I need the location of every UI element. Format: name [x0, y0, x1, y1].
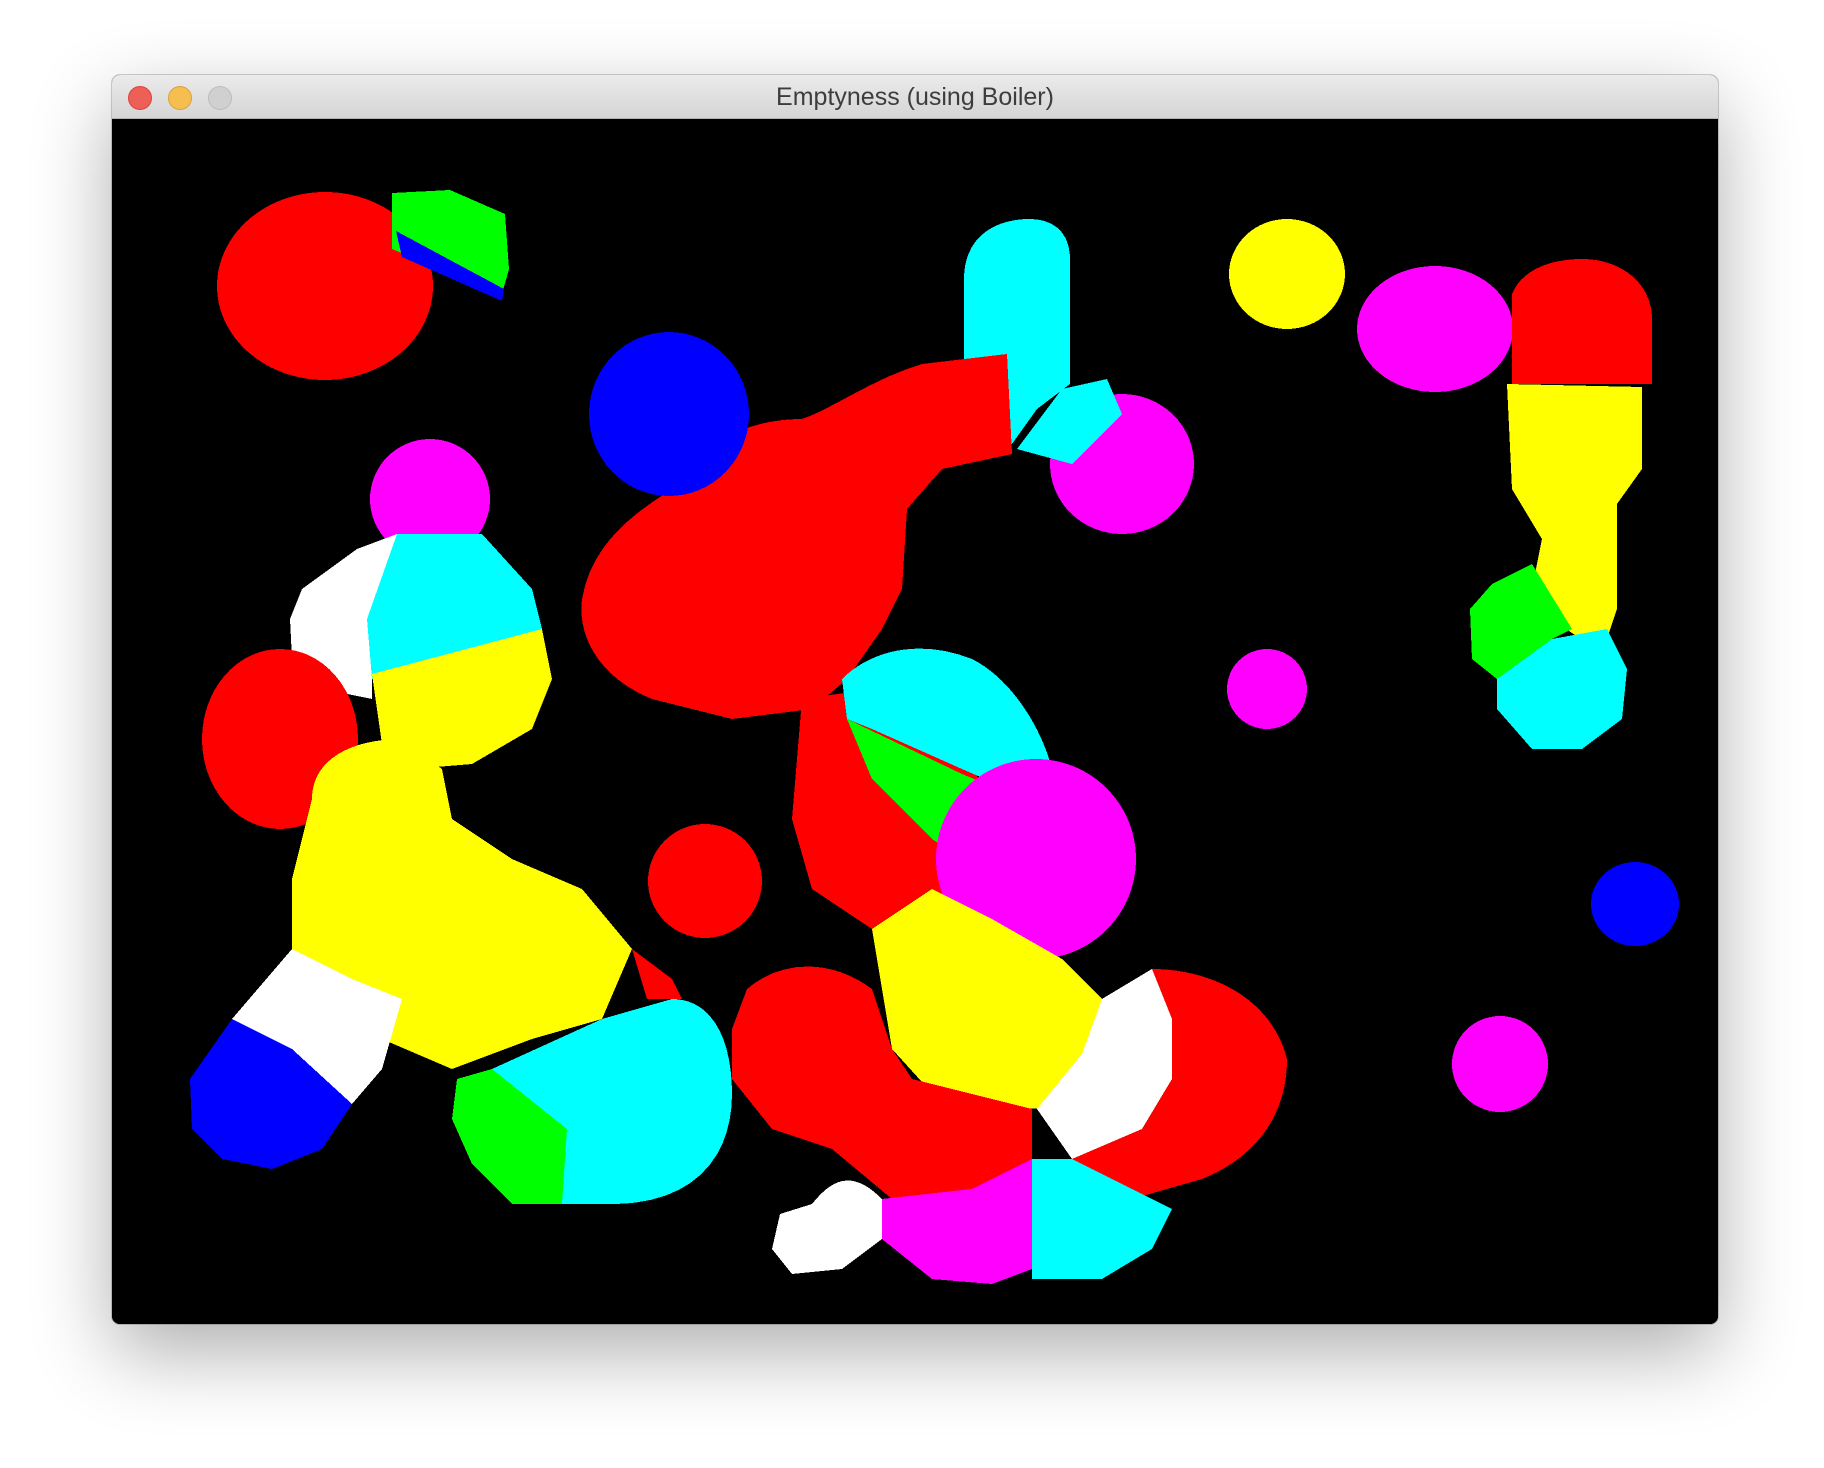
- blob-red: [688, 467, 868, 637]
- blob-magenta: [1227, 649, 1307, 729]
- window-title: Emptyness (using Boiler): [776, 83, 1054, 111]
- blob-magenta: [1452, 1016, 1548, 1112]
- render-canvas[interactable]: [112, 119, 1718, 1324]
- blob-red: [648, 824, 762, 938]
- title-bar[interactable]: Emptyness (using Boiler): [112, 75, 1718, 119]
- blob-scene: [112, 119, 1718, 1324]
- blob-red: [1512, 259, 1652, 384]
- app-window: Emptyness (using Boiler): [112, 75, 1718, 1324]
- blob-yellow: [1229, 219, 1345, 329]
- blob-magenta: [1357, 266, 1513, 392]
- blob-blue: [1591, 862, 1679, 946]
- blob-blue: [589, 332, 749, 496]
